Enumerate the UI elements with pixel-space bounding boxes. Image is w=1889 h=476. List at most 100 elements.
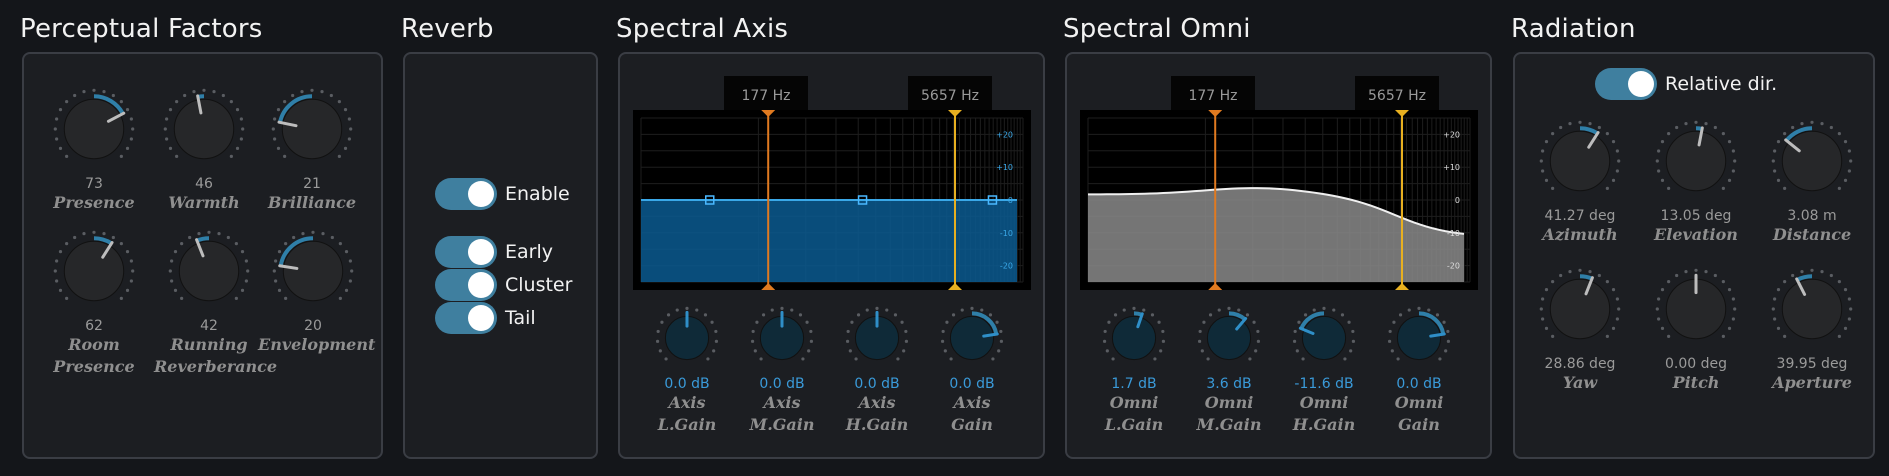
room-presence-value: 62 <box>85 318 103 334</box>
pitch-knob[interactable] <box>1651 264 1741 354</box>
warmth-knob[interactable] <box>159 84 249 174</box>
knob-tick-dot <box>55 117 59 121</box>
omni-lgain-label-2: L.Gain <box>1104 415 1164 434</box>
freq-marker-bottom[interactable] <box>1208 283 1223 290</box>
azimuth-knob[interactable] <box>1535 116 1625 206</box>
knob-tick-dot <box>277 288 282 292</box>
knob-tick-dot <box>885 308 889 312</box>
running-reverberance-knob[interactable] <box>164 226 254 316</box>
knob-tick-dot <box>1347 320 1351 324</box>
knob-tick-dot <box>865 308 869 312</box>
omni-hgain-knob[interactable] <box>1288 302 1360 374</box>
knob-tick-dot <box>173 288 178 292</box>
knob-tick-dot <box>991 357 995 361</box>
knob-tick-dot <box>1733 307 1737 311</box>
omni-eq-graph[interactable]: +20 +10 0 -10 -20 <box>1080 110 1478 290</box>
freq-marker-bottom[interactable] <box>1395 283 1410 290</box>
knob-tick-dot <box>1721 280 1725 284</box>
knob-tick-dot <box>1568 270 1572 274</box>
knob-tick-dot <box>666 313 671 317</box>
aperture-knob[interactable] <box>1767 264 1857 354</box>
knob-tick-dot <box>53 127 57 131</box>
knob-tick-dot <box>1800 270 1804 274</box>
distance-knob[interactable] <box>1767 116 1857 206</box>
knob-tick-dot <box>175 154 179 158</box>
presence-knob[interactable] <box>49 84 139 174</box>
knob-tick-dot <box>1810 120 1814 124</box>
knob-tick-dot <box>338 296 342 300</box>
axis-gain-knob[interactable] <box>936 302 1008 374</box>
omni-mgain-knob[interactable] <box>1193 302 1265 374</box>
freq-marker-bottom[interactable] <box>948 283 963 290</box>
cluster-toggle[interactable] <box>435 269 497 301</box>
knob-tick-dot <box>1655 307 1659 311</box>
knob-tick-dot <box>1773 317 1777 321</box>
freq-marker-bottom[interactable] <box>761 283 776 290</box>
knob-tick-dot <box>809 339 814 343</box>
knob-tick-dot <box>180 242 184 246</box>
knob-tick-dot <box>283 154 287 158</box>
omni-gain-group: 0.0 dB Omni Gain <box>1374 302 1464 436</box>
omni-eq-display[interactable]: +20 +10 0 -10 -20 <box>1080 110 1478 290</box>
room-presence-knob[interactable] <box>49 226 139 316</box>
freq-marker-top[interactable] <box>1208 110 1223 117</box>
omni-gain-knob[interactable] <box>1383 302 1455 374</box>
perceptual-factors-panel: 73 Presence 46 Warmth 21 Brilliance 62 R… <box>22 52 383 459</box>
knob-tick-dot <box>1727 140 1732 144</box>
enable-toggle[interactable] <box>435 178 497 210</box>
brilliance-knob[interactable] <box>267 84 357 174</box>
knob-tick-dot <box>1387 339 1392 343</box>
knob-tick-dot <box>119 296 123 300</box>
knob-tick-dot <box>1161 329 1165 334</box>
knob-tick-dot <box>1197 339 1202 343</box>
envelopment-label: Envelopment <box>258 335 376 354</box>
knob-tick-dot <box>165 117 169 121</box>
axis-mgain-knob[interactable] <box>746 302 818 374</box>
freq-marker-top[interactable] <box>948 110 963 117</box>
knob-body <box>1665 130 1727 192</box>
knob-tick-dot <box>1849 307 1853 311</box>
knob-tick-dot <box>1721 186 1725 190</box>
knob-tick-dot <box>129 279 133 283</box>
envelopment-knob[interactable] <box>268 226 358 316</box>
knob-body <box>281 98 343 160</box>
axis-lgain-knob[interactable] <box>651 302 723 374</box>
knob-tick-dot <box>1773 297 1777 301</box>
knob-tick-dot <box>995 320 999 324</box>
knob-tick-dot <box>1771 159 1775 163</box>
knob-tick-dot <box>1202 320 1206 324</box>
freq-marker-top[interactable] <box>1395 110 1410 117</box>
knob-tick-dot <box>337 100 341 104</box>
knob-tick-dot <box>1829 273 1833 278</box>
knob-tick-dot <box>1605 334 1609 338</box>
room-presence-label-2: Presence <box>53 357 135 376</box>
axis-hgain-knob[interactable] <box>841 302 913 374</box>
knob-tick-dot <box>273 117 277 121</box>
knob-tick-dot <box>188 235 192 240</box>
knob-tick-dot <box>1713 273 1717 278</box>
elevation-knob[interactable] <box>1651 116 1741 206</box>
early-toggle[interactable] <box>435 236 497 268</box>
knob-tick-dot <box>58 288 63 292</box>
knob-tick-dot <box>1773 169 1777 173</box>
yaw-knob[interactable] <box>1535 264 1625 354</box>
knob-tick-dot <box>761 313 766 317</box>
omni-lgain-knob[interactable] <box>1098 302 1170 374</box>
knob-tick-dot <box>1731 169 1735 173</box>
axis-gain-label-2: Gain <box>951 415 993 434</box>
knob-tick-dot <box>192 90 196 94</box>
axis-eq-display[interactable]: +20 +10 0 -10 -20 <box>633 110 1031 290</box>
knob-tick-dot <box>1544 326 1549 330</box>
axis-eq-graph[interactable]: +20 +10 0 -10 -20 <box>633 110 1031 290</box>
freq-marker-top[interactable] <box>761 110 776 117</box>
knob-tick-dot <box>1245 313 1250 317</box>
tail-toggle[interactable] <box>435 302 497 334</box>
relative-dir-toggle[interactable] <box>1595 68 1657 100</box>
knob-tick-dot <box>229 100 233 104</box>
knob-tick-dot <box>129 259 133 263</box>
elevation-group: 13.05 deg Elevation <box>1641 116 1751 246</box>
knob-tick-dot <box>344 250 349 254</box>
knob-body <box>63 240 125 302</box>
knob-tick-dot <box>1617 307 1621 311</box>
axis-lgain-group: 0.0 dB Axis L.Gain <box>642 302 732 436</box>
